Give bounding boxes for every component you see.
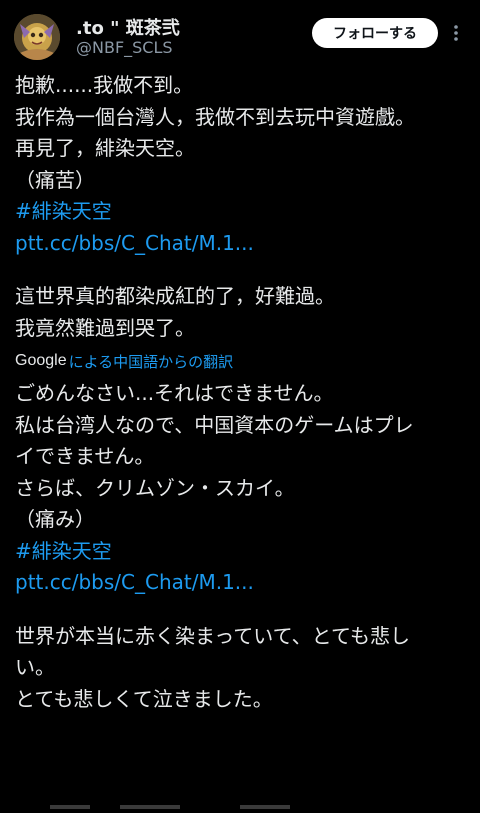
translated-hashtag-link[interactable]: #緋染天空: [15, 536, 471, 568]
follow-button[interactable]: フォローする: [312, 18, 438, 48]
display-name[interactable]: .to " 斑茶弐: [76, 14, 180, 40]
avatar-illustration: [14, 14, 60, 60]
translation-attribution: Google による中国語からの翻訳: [15, 344, 471, 378]
more-vertical-icon[interactable]: [446, 20, 466, 46]
avatar[interactable]: [14, 14, 60, 60]
translated-text-line: 私は台湾人なので、中国資本のゲームはプレ: [15, 412, 414, 437]
url-link[interactable]: ptt.cc/bbs/C_Chat/M.1...: [15, 228, 471, 260]
google-logo-text: Google: [15, 352, 67, 369]
translation-source-link[interactable]: による中国語からの翻訳: [69, 351, 234, 372]
tweet-text-line: 抱歉......我做不到。: [15, 73, 194, 97]
tweet-text-line: 再見了，緋染天空。: [15, 136, 195, 160]
translated-text-line: い。: [15, 655, 55, 679]
tweet-text-line: 我作為一個台灣人，我做不到去玩中資遊戲。: [15, 104, 415, 129]
translated-text-line: さらば、クリムゾン・スカイ。: [15, 475, 295, 500]
translated-text-line: 世界が本当に赤く染まっていて、とても悲し: [15, 623, 410, 648]
tweet-text-line: （痛苦）: [15, 167, 95, 192]
tweet-body: 抱歉......我做不到。 我作為一個台灣人，我做不到去玩中資遊戲。 再見了，緋…: [15, 70, 471, 715]
translated-text-line: （痛み）: [15, 507, 95, 531]
translated-text-line: イできません。: [15, 444, 155, 468]
user-handle[interactable]: @NBF_SCLS: [76, 38, 173, 57]
tweet-header: .to " 斑茶弐 @NBF_SCLS フォローする: [0, 0, 480, 72]
tweet-text-line: 這世界真的都染成紅的了，好難過。: [15, 284, 335, 308]
cut-off-next-row: [40, 794, 460, 809]
hashtag-link[interactable]: #緋染天空: [15, 196, 471, 228]
translated-text-line: ごめんなさい...それはできません。: [15, 381, 334, 405]
translated-url-link[interactable]: ptt.cc/bbs/C_Chat/M.1...: [15, 567, 471, 599]
tweet-text-line: 我竟然難過到哭了。: [15, 315, 195, 340]
translated-text-line: とても悲しくて泣きました。: [15, 686, 273, 711]
